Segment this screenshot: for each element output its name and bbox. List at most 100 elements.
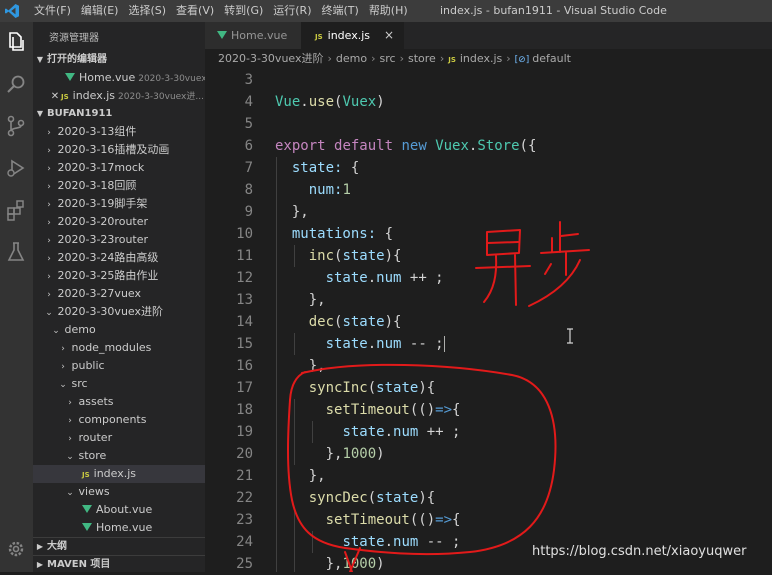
open-editor-home-vue[interactable]: Home.vue2020-3-30vuex... — [33, 69, 205, 87]
tree-item[interactable]: ⌄ views — [33, 483, 205, 501]
explorer-sidebar: 资源管理器 ▼打开的编辑器 Home.vue2020-3-30vuex... ✕… — [33, 22, 205, 572]
chevron-right-icon: › — [47, 290, 51, 300]
code-line: 10 mutations: { — [205, 223, 772, 245]
settings-gear-icon[interactable] — [4, 537, 28, 561]
breadcrumb-item[interactable]: demo — [336, 52, 367, 65]
tree-item-label: 2020-3-18回顾 — [57, 179, 137, 192]
tree-item[interactable]: Home.vue — [33, 519, 205, 537]
line-number: 4 — [244, 94, 253, 110]
code-editor[interactable]: 3 4 Vue.use(Vuex) 5 6 export default new V… — [205, 69, 772, 572]
menu-terminal[interactable]: 终端(T) — [317, 0, 364, 22]
code-text: }, — [275, 468, 326, 484]
tree-item[interactable]: JS index.js — [33, 465, 205, 483]
tab-index-js[interactable]: JS index.js × — [301, 22, 404, 49]
text-cursor — [443, 336, 445, 352]
menu-edit[interactable]: 编辑(E) — [76, 0, 124, 22]
tree-item[interactable]: › 2020-3-24路由高级 — [33, 249, 205, 267]
code-line: 6 export default new Vuex.Store({ — [205, 135, 772, 157]
menu-run[interactable]: 运行(R) — [268, 0, 316, 22]
vue-file-icon — [82, 505, 92, 513]
code-text: setTimeout(()=>{ — [325, 402, 461, 418]
mouse-ibeam-cursor-icon — [567, 328, 573, 344]
project-label: BUFAN1911 — [47, 108, 113, 119]
tree-item-label: Home.vue — [96, 521, 153, 534]
chevron-right-icon: › — [47, 254, 51, 264]
extensions-icon[interactable] — [4, 198, 28, 222]
tree-item-label: node_modules — [71, 341, 152, 354]
breadcrumb-item[interactable]: default — [532, 52, 571, 65]
project-header[interactable]: ▼ BUFAN1911 — [33, 105, 205, 123]
chevron-right-icon: › — [61, 344, 65, 354]
line-number: 6 — [244, 138, 253, 154]
code-text: }, — [275, 292, 326, 308]
code-line: 20 },1000) — [205, 443, 772, 465]
breadcrumb-item[interactable]: src — [380, 52, 396, 65]
maven-header[interactable]: ▶ MAVEN 项目 — [33, 555, 205, 574]
chevron-down-icon: ⌄ — [45, 308, 53, 318]
tree-item[interactable]: ⌄ store — [33, 447, 205, 465]
tree-item[interactable]: › assets — [33, 393, 205, 411]
tree-item[interactable]: About.vue — [33, 501, 205, 519]
chevron-down-icon: ▼ — [36, 55, 44, 64]
source-control-icon[interactable] — [4, 114, 28, 138]
tree-item[interactable]: › public — [33, 357, 205, 375]
tree-item[interactable]: › 2020-3-18回顾 — [33, 177, 205, 195]
testing-flask-icon[interactable] — [4, 240, 28, 264]
open-editors-header[interactable]: ▼ 打开的编辑器 — [33, 51, 205, 69]
breadcrumb-separator: › — [371, 52, 376, 65]
tab-label: index.js — [327, 29, 371, 42]
line-number: 20 — [236, 446, 253, 462]
tab-home-vue[interactable]: Home.vue — [205, 22, 301, 49]
tree-item[interactable]: › 2020-3-20router — [33, 213, 205, 231]
vue-file-icon — [82, 523, 92, 531]
menu-file[interactable]: 文件(F) — [29, 0, 76, 22]
tab-close-icon[interactable]: × — [384, 22, 394, 49]
tree-item[interactable]: ⌄ demo — [33, 321, 205, 339]
tree-item[interactable]: ⌄ 2020-3-30vuex进阶 — [33, 303, 205, 321]
tree-item[interactable]: › 2020-3-19脚手架 — [33, 195, 205, 213]
chevron-right-icon: › — [68, 416, 72, 426]
close-icon[interactable]: ✕ — [49, 88, 61, 105]
menu-view[interactable]: 查看(V) — [171, 0, 219, 22]
tree-item-label: 2020-3-27vuex — [57, 287, 142, 300]
js-file-icon: JS — [315, 33, 323, 41]
menu-go[interactable]: 转到(G) — [219, 0, 268, 22]
tree-item[interactable]: › 2020-3-25路由作业 — [33, 267, 205, 285]
breadcrumb-separator: › — [506, 52, 511, 65]
tree-item[interactable]: › components — [33, 411, 205, 429]
activity-bar — [0, 22, 33, 572]
breadcrumb-item[interactable]: store — [408, 52, 436, 65]
tree-item[interactable]: › 2020-3-13组件 — [33, 123, 205, 141]
run-debug-icon[interactable] — [4, 156, 28, 180]
chevron-right-icon: › — [47, 146, 51, 156]
tree-item[interactable]: › 2020-3-17mock — [33, 159, 205, 177]
line-number: 22 — [236, 490, 253, 506]
outline-header[interactable]: ▶ 大纲 — [33, 537, 205, 556]
open-editor-index-js[interactable]: ✕ JS index.js 2020-3-30vuex进... — [33, 87, 205, 105]
tree-item-label: public — [71, 359, 105, 372]
code-line: 9 }, — [205, 201, 772, 223]
explorer-icon[interactable] — [4, 30, 28, 54]
search-icon[interactable] — [4, 72, 28, 96]
breadcrumb-separator: › — [399, 52, 404, 65]
tree-item[interactable]: › node_modules — [33, 339, 205, 357]
breadcrumb-item[interactable]: 2020-3-30vuex进阶 — [218, 52, 324, 65]
tree-item[interactable]: › 2020-3-16插槽及动画 — [33, 141, 205, 159]
tree-item[interactable]: › router — [33, 429, 205, 447]
tree-item-label: About.vue — [96, 503, 153, 516]
tree-item-label: views — [78, 485, 110, 498]
tree-item-label: 2020-3-17mock — [57, 161, 145, 174]
chevron-down-icon: ⌄ — [59, 380, 67, 390]
menu-help[interactable]: 帮助(H) — [364, 0, 413, 22]
outline-label: 大纲 — [47, 541, 67, 552]
tree-item[interactable]: ⌄ src — [33, 375, 205, 393]
tree-item[interactable]: › 2020-3-23router — [33, 231, 205, 249]
title-bar: 文件(F) 编辑(E) 选择(S) 查看(V) 转到(G) 运行(R) 终端(T… — [0, 0, 772, 22]
js-file-icon: JS — [448, 56, 456, 64]
breadcrumb-item[interactable]: index.js — [460, 52, 502, 65]
menu-selection[interactable]: 选择(S) — [123, 0, 171, 22]
code-line: 4 Vue.use(Vuex) — [205, 91, 772, 113]
chevron-down-icon: ▼ — [36, 109, 44, 118]
code-line: 22 syncDec(state){ — [205, 487, 772, 509]
tree-item[interactable]: › 2020-3-27vuex — [33, 285, 205, 303]
